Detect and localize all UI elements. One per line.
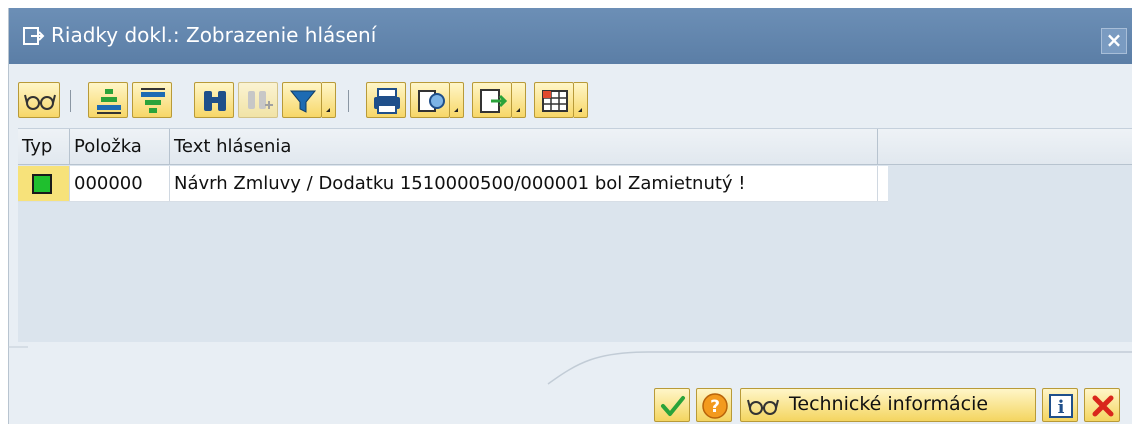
svg-text:i: i <box>1058 397 1065 418</box>
filter-icon <box>289 90 317 113</box>
window-doc-icon <box>23 27 45 45</box>
export-dropdown[interactable] <box>512 82 526 118</box>
layout-dropdown[interactable] <box>574 82 588 118</box>
close-button[interactable]: × <box>1101 28 1127 54</box>
filter-dropdown[interactable] <box>322 82 336 118</box>
filter-button[interactable] <box>282 82 322 118</box>
views-button[interactable] <box>410 82 450 118</box>
glasses-icon <box>747 399 779 415</box>
polozka-cell[interactable]: 000000 <box>70 166 170 201</box>
glasses-details-icon <box>24 94 56 110</box>
binoculars-find-icon <box>204 91 226 111</box>
toolbar-separator <box>348 90 349 112</box>
column-header-typ[interactable]: Typ <box>18 129 70 165</box>
success-status-icon <box>32 174 52 194</box>
table-row[interactable]: 000000 Návrh Zmluvy / Dodatku 1510000500… <box>18 166 888 202</box>
find-next-button[interactable] <box>238 82 278 118</box>
sort-descending-button[interactable] <box>132 82 172 118</box>
footer-divider <box>8 346 1132 385</box>
close-icon: × <box>1105 28 1123 52</box>
print-icon <box>374 88 400 114</box>
layout-button[interactable] <box>534 82 574 118</box>
details-button[interactable] <box>18 82 60 118</box>
typ-cell[interactable] <box>18 166 70 201</box>
title-bar[interactable]: Riadky dokl.: Zobrazenie hlásení × <box>9 8 1132 64</box>
checkmark-icon <box>661 396 685 416</box>
layout-icon <box>542 90 568 112</box>
sort-descending-icon <box>141 88 165 113</box>
print-button[interactable] <box>366 82 406 118</box>
cancel-button[interactable] <box>1084 388 1120 422</box>
cancel-x-icon <box>1092 395 1114 417</box>
info-button[interactable]: i <box>1042 388 1078 422</box>
confirm-button[interactable] <box>654 388 690 422</box>
help-icon: ? <box>702 393 728 419</box>
export-button[interactable] <box>472 82 512 118</box>
technical-info-button[interactable]: Technické informácie <box>740 388 1036 422</box>
alv-toolbar <box>18 82 1132 120</box>
find-next-icon <box>248 91 273 109</box>
find-button[interactable] <box>194 82 234 118</box>
export-icon <box>480 89 508 113</box>
message-grid: Typ Položka Text hlásenia 000000 Návrh Z… <box>18 128 1132 342</box>
message-text-cell[interactable]: Návrh Zmluvy / Dodatku 1510000500/000001… <box>170 166 878 201</box>
views-dropdown[interactable] <box>450 82 464 118</box>
svg-text:?: ? <box>710 397 720 417</box>
toolbar-separator <box>70 90 71 112</box>
info-icon: i <box>1049 394 1073 418</box>
column-header-text[interactable]: Text hlásenia <box>170 129 878 165</box>
grid-header: Typ Položka Text hlásenia <box>18 129 1132 165</box>
sort-ascending-button[interactable] <box>88 82 128 118</box>
technical-info-label: Technické informácie <box>789 393 989 415</box>
window-title: Riadky dokl.: Zobrazenie hlásení <box>51 23 377 47</box>
views-icon <box>418 90 445 112</box>
sort-ascending-icon <box>97 89 121 114</box>
column-header-polozka[interactable]: Položka <box>70 129 170 165</box>
help-button[interactable]: ? <box>696 388 732 422</box>
